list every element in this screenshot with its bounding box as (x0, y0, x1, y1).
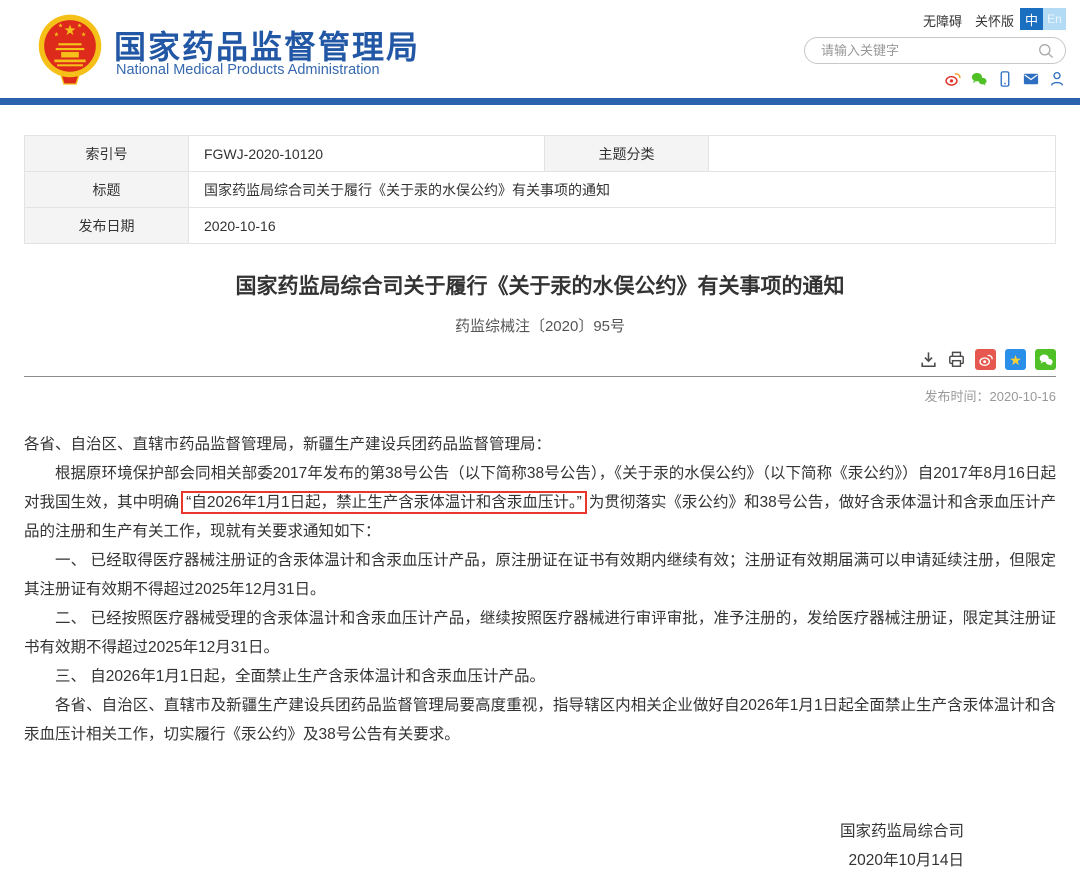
paragraph-item-2: 二、 已经按照医疗器械受理的含汞体温计和含汞血压计产品，继续按照医疗器械进行审评… (24, 604, 1056, 662)
wechat-share-button[interactable] (1035, 349, 1056, 370)
lang-zh-button[interactable]: 中 (1020, 8, 1043, 30)
table-row: 索引号 FGWJ-2020-10120 主题分类 (25, 136, 1056, 172)
main-content: 索引号 FGWJ-2020-10120 主题分类 标题 国家药监局综合司关于履行… (24, 135, 1056, 875)
title-label: 标题 (25, 172, 189, 208)
paragraph-background: 根据原环境保护部会同相关部委2017年发布的第38号公告（以下简称38号公告），… (24, 459, 1056, 546)
document-title: 国家药监局综合司关于履行《关于汞的水俣公约》有关事项的通知 (24, 270, 1056, 300)
wechat-icon[interactable] (970, 70, 988, 88)
document-body: 各省、自治区、直辖市药品监督管理局，新疆生产建设兵团药品监督管理局： 根据原环境… (24, 430, 1056, 749)
toolbar: ★ (24, 349, 1056, 377)
publish-date-value: 2020-10-16 (189, 208, 1056, 244)
download-icon[interactable] (919, 350, 938, 369)
search-box (804, 37, 1066, 64)
accessibility-link[interactable]: 无障碍 (923, 11, 962, 30)
top-utility-links: 无障碍 关怀版 (923, 11, 1014, 30)
topic-category-value (709, 136, 1056, 172)
header-divider-bar (0, 98, 1080, 105)
title-value: 国家药监局综合司关于履行《关于汞的水俣公约》有关事项的通知 (189, 172, 1056, 208)
publish-date-label: 发布日期 (25, 208, 189, 244)
weibo-share-button[interactable] (975, 349, 996, 370)
highlight-box: “自2026年1月1日起，禁止生产含汞体温计和含汞血压计。” (181, 491, 587, 514)
user-icon[interactable] (1048, 70, 1066, 88)
lang-en-button[interactable]: En (1043, 8, 1066, 30)
signature-org: 国家药监局综合司 (24, 817, 964, 846)
language-toggle: 中 En (1020, 8, 1066, 30)
table-row: 发布日期 2020-10-16 (25, 208, 1056, 244)
paragraph-closing: 各省、自治区、直辖市及新疆生产建设兵团药品监督管理局要高度重视，指导辖区内相关企… (24, 691, 1056, 749)
signature-block: 国家药监局综合司 2020年10月14日 (24, 817, 1056, 875)
table-row: 标题 国家药监局综合司关于履行《关于汞的水俣公约》有关事项的通知 (25, 172, 1056, 208)
search-icon[interactable] (1037, 42, 1055, 60)
paragraph-item-1: 一、 已经取得医疗器械注册证的含汞体温计和含汞血压计产品，原注册证在证书有效期内… (24, 546, 1056, 604)
mobile-icon[interactable] (996, 70, 1014, 88)
qzone-share-button[interactable]: ★ (1005, 349, 1026, 370)
weibo-share-icon (978, 352, 994, 368)
weibo-icon[interactable] (944, 70, 962, 88)
care-version-link[interactable]: 关怀版 (975, 11, 1014, 30)
qzone-star-icon: ★ (1009, 353, 1022, 367)
signature-date: 2020年10月14日 (24, 846, 964, 875)
publish-time: 发布时间：2020-10-16 (24, 377, 1056, 405)
paragraph-item-3: 三、 自2026年1月1日起，全面禁止生产含汞体温计和含汞血压计产品。 (24, 662, 1056, 691)
site-header: 国家药品监督管理局 National Medical Products Admi… (0, 0, 1080, 98)
search-input[interactable] (819, 42, 1037, 59)
wechat-share-icon (1038, 352, 1054, 368)
site-subtitle: National Medical Products Administration (116, 62, 380, 78)
document-number: 药监综械注〔2020〕95号 (24, 315, 1056, 336)
paragraph-salutation: 各省、自治区、直辖市药品监督管理局，新疆生产建设兵团药品监督管理局： (24, 430, 1056, 459)
index-number-label: 索引号 (25, 136, 189, 172)
mail-icon[interactable] (1022, 70, 1040, 88)
topic-category-label: 主题分类 (545, 136, 709, 172)
index-number-value: FGWJ-2020-10120 (189, 136, 545, 172)
national-emblem-icon (36, 12, 104, 88)
print-icon[interactable] (947, 350, 966, 369)
info-table: 索引号 FGWJ-2020-10120 主题分类 标题 国家药监局综合司关于履行… (24, 135, 1056, 244)
header-social-icons (944, 70, 1066, 88)
